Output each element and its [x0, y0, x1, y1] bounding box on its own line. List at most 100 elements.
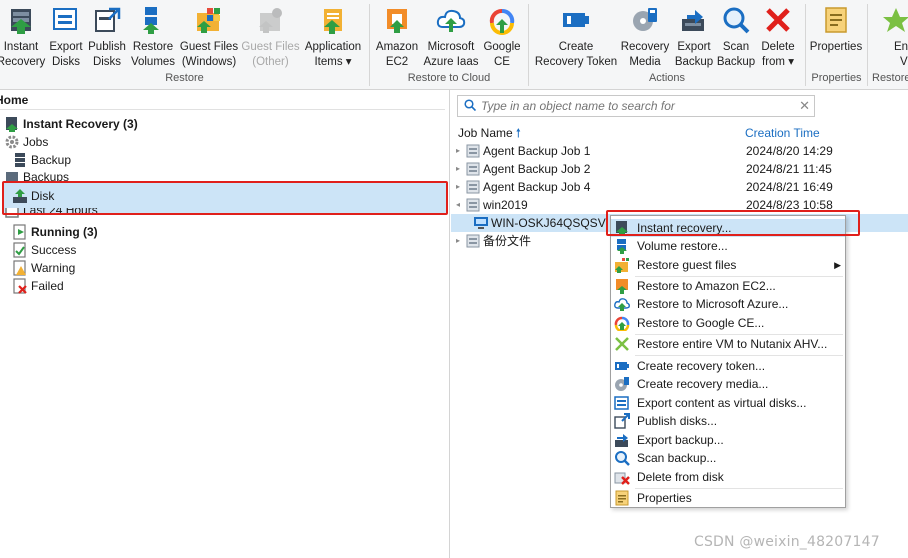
menu-item-export-backup[interactable]: Export backup...	[611, 431, 845, 449]
menu-item-restore-guest-files[interactable]: Restore guest files ▶	[611, 256, 845, 274]
guest-files-other-label-1: Guest Files	[241, 41, 300, 53]
restore-guest-files-icon	[614, 257, 630, 273]
tree-node-jobs[interactable]: Jobs	[4, 133, 48, 151]
expand-arrow-icon[interactable]: ▸	[453, 160, 463, 178]
table-row[interactable]: ▸ Agent Backup Job 1 2024/8/20 14:29	[451, 142, 908, 160]
column-header-label: Job Name	[458, 126, 513, 140]
ribbon-toolbar: Instant Recovery Export Disks Publish Di…	[0, 0, 908, 90]
entire-vm-label-1: Ent	[894, 41, 908, 53]
menu-item-label: Volume restore...	[637, 239, 728, 253]
menu-item-export-virtual-disks[interactable]: Export content as virtual disks...	[611, 394, 845, 412]
failed-icon	[12, 278, 28, 294]
publish-disks-label-2: Disks	[92, 56, 122, 68]
tree-label: Success	[31, 243, 77, 257]
scan-backup-button[interactable]: Scan Backup	[716, 2, 756, 72]
collapse-arrow-icon[interactable]: ◂	[453, 196, 463, 214]
table-row[interactable]: ▸ Agent Backup Job 2 2024/8/21 11:45	[451, 160, 908, 178]
export-backup-button[interactable]: Export Backup	[673, 2, 715, 72]
amazon-ec2-label-2: EC2	[385, 56, 409, 68]
microsoft-azure-button[interactable]: Microsoft Azure Iaas	[423, 2, 479, 72]
menu-item-restore-amazon-ec2[interactable]: Restore to Amazon EC2...	[611, 277, 845, 295]
menu-separator	[635, 355, 843, 356]
restore-volumes-button[interactable]: Restore Volumes	[130, 2, 176, 72]
entire-vm-button[interactable]: Ent V	[870, 2, 908, 72]
context-menu: Instant recovery... Volume restore... Re…	[610, 215, 846, 508]
agent-job-icon	[465, 161, 481, 177]
column-header-creation-time[interactable]: Creation Time	[745, 124, 820, 142]
menu-item-publish-disks[interactable]: Publish disks...	[611, 412, 845, 430]
instant-recovery-button[interactable]: Instant Recovery	[0, 2, 45, 72]
export-disks-button[interactable]: Export Disks	[47, 2, 85, 72]
creation-time: 2024/8/20 14:29	[746, 144, 833, 158]
tree-node-backup-job[interactable]: Backup	[12, 151, 71, 169]
restore-volumes-label-2: Volumes	[130, 56, 176, 68]
guest-files-windows-label-1: Guest Files	[179, 41, 239, 53]
menu-item-volume-restore[interactable]: Volume restore...	[611, 237, 845, 255]
group-label-properties: Properties	[811, 72, 862, 84]
instant-recovery-label-1: Instant	[3, 41, 39, 53]
home-header: Home	[0, 90, 445, 110]
table-row[interactable]: ▸ Agent Backup Job 4 2024/8/21 16:49	[451, 178, 908, 196]
amazon-ec2-button[interactable]: Amazon EC2	[374, 2, 420, 72]
menu-item-restore-google-ce[interactable]: Restore to Google CE...	[611, 314, 845, 333]
publish-disks-button[interactable]: Publish Disks	[86, 2, 128, 72]
guest-files-other-label-2: (Other)	[252, 56, 289, 68]
expand-arrow-icon[interactable]: ▸	[453, 232, 463, 250]
menu-item-label: Create recovery token...	[637, 359, 766, 373]
application-items-label-1: Application	[304, 41, 362, 53]
microsoft-azure-label-1: Microsoft	[427, 41, 475, 53]
creation-time: 2024/8/21 16:49	[746, 180, 833, 194]
create-recovery-token-button[interactable]: Create Recovery Token	[532, 2, 620, 72]
menu-item-restore-microsoft-azure[interactable]: Restore to Microsoft Azure...	[611, 295, 845, 313]
microsoft-azure-icon	[614, 296, 630, 312]
tree-label: Running (3)	[31, 225, 98, 239]
success-icon	[12, 242, 28, 258]
google-ce-button[interactable]: Google CE	[481, 2, 523, 72]
tree-label: Instant Recovery (3)	[23, 117, 138, 131]
guest-files-other-button[interactable]: Guest Files (Other)	[241, 2, 300, 72]
tree-label: Warning	[31, 261, 76, 275]
tree-node-warning[interactable]: Warning	[12, 259, 75, 277]
recovery-media-label-1: Recovery	[620, 41, 670, 53]
properties-icon	[614, 490, 630, 506]
recovery-media-button[interactable]: Recovery Media	[621, 2, 669, 72]
instant-recovery-icon	[4, 116, 20, 132]
delete-from-button[interactable]: Delete from ▾	[758, 2, 798, 72]
menu-item-scan-backup[interactable]: Scan backup...	[611, 449, 845, 467]
menu-item-properties[interactable]: Properties	[611, 489, 845, 507]
recovery-token-label-1: Create	[558, 41, 594, 53]
job-name: Agent Backup Job 2	[483, 162, 591, 176]
delete-icon	[762, 2, 794, 38]
job-name: Agent Backup Job 4	[483, 180, 591, 194]
export-backup-icon	[614, 432, 630, 448]
tree-node-running[interactable]: Running (3)	[12, 223, 98, 241]
properties-button[interactable]: Properties	[808, 2, 864, 72]
tree-node-success[interactable]: Success	[12, 241, 76, 259]
menu-item-delete-from-disk[interactable]: Delete from disk	[611, 468, 845, 486]
recovery-media-label-2: Media	[629, 56, 661, 68]
expand-arrow-icon[interactable]: ▸	[453, 142, 463, 160]
backups-icon	[4, 169, 20, 181]
publish-disks-icon	[91, 2, 123, 38]
google-ce-label-2: CE	[494, 56, 510, 68]
menu-item-restore-nutanix[interactable]: Restore entire VM to Nutanix AHV...	[611, 335, 845, 353]
export-disks-icon	[50, 2, 82, 38]
application-items-button[interactable]: Application Items ▾	[303, 2, 363, 72]
column-header-job-name[interactable]: Job Name 🠕	[458, 124, 521, 142]
publish-disks-label-1: Publish	[88, 41, 126, 53]
menu-item-create-recovery-media[interactable]: Create recovery media...	[611, 375, 845, 393]
menu-item-create-recovery-token[interactable]: Create recovery token...	[611, 357, 845, 375]
nutanix-icon	[614, 336, 630, 352]
tree-node-failed[interactable]: Failed	[12, 277, 64, 295]
guest-files-windows-button[interactable]: Guest Files (Windows)	[180, 2, 238, 72]
amazon-ec2-icon	[381, 2, 413, 38]
expand-arrow-icon[interactable]: ▸	[453, 178, 463, 196]
tree-node-instant-recovery[interactable]: Instant Recovery (3)	[4, 115, 138, 133]
search-input[interactable]	[481, 99, 791, 113]
tree-node-backups[interactable]: Backups	[4, 169, 69, 181]
menu-item-label: Restore to Amazon EC2...	[637, 279, 776, 293]
export-backup-label-1: Export	[677, 41, 711, 53]
clear-search-icon[interactable]: ✕	[799, 98, 810, 114]
search-box[interactable]: ✕	[457, 95, 815, 117]
export-disks-label-2: Disks	[51, 56, 81, 68]
